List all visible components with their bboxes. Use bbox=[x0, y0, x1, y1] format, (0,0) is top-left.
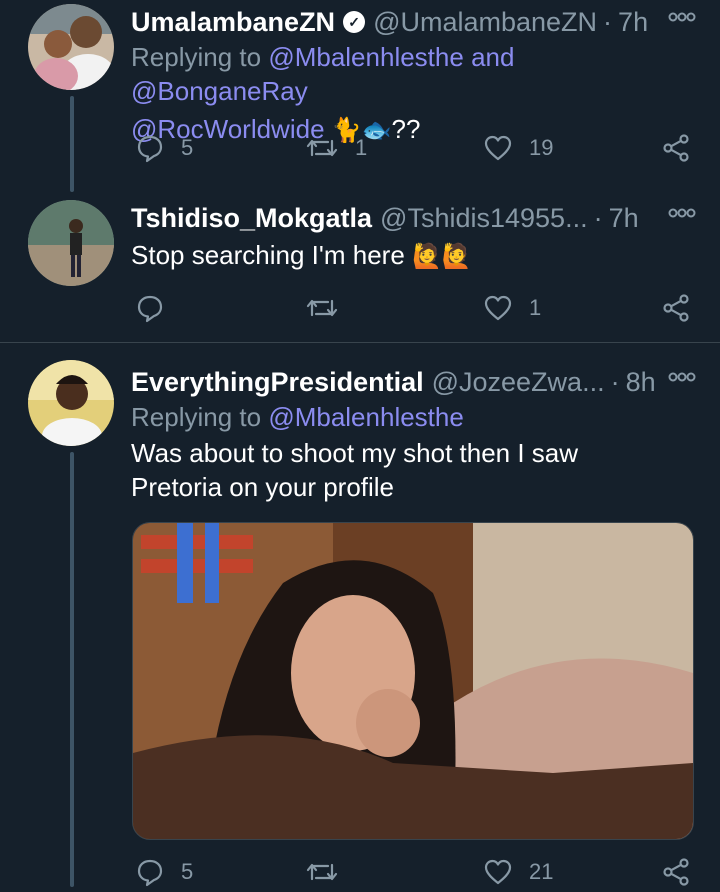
raising-hand-emoji: 🙋 bbox=[441, 243, 472, 271]
tweet-photo[interactable] bbox=[132, 522, 694, 840]
avatar[interactable] bbox=[28, 360, 114, 446]
display-name[interactable]: EverythingPresidential bbox=[131, 367, 424, 398]
raising-hand-emoji: 🙋 bbox=[412, 243, 442, 271]
handle[interactable]: @Tshidis14955... bbox=[380, 203, 588, 234]
more-icon[interactable] bbox=[668, 206, 696, 220]
handle[interactable]: @JozeeZwa... bbox=[432, 367, 605, 398]
like-button[interactable]: 1 bbox=[483, 288, 541, 328]
more-icon[interactable] bbox=[668, 10, 696, 24]
separator: · bbox=[593, 202, 603, 233]
reply-icon bbox=[135, 293, 165, 323]
mention-link[interactable]: @BonganeRay bbox=[131, 76, 308, 106]
like-count: 1 bbox=[529, 295, 542, 320]
retweet-button[interactable] bbox=[305, 288, 339, 328]
tweet-body: Stop searching I'm here bbox=[131, 240, 405, 270]
mention-link[interactable]: @Mbalenhlesthe bbox=[268, 402, 464, 432]
reply-icon bbox=[135, 857, 165, 887]
mention-join: and bbox=[471, 42, 515, 72]
like-icon bbox=[483, 857, 513, 887]
tweet[interactable]: Tshidiso_Mokgatla @Tshidis14955... · 7h … bbox=[0, 196, 720, 342]
display-name[interactable]: Tshidiso_Mokgatla bbox=[131, 203, 372, 234]
tweet[interactable]: UmalambaneZN ✓ @UmalambaneZN · 7h Replyi… bbox=[0, 0, 720, 190]
replying-label: Replying to bbox=[131, 42, 262, 72]
timestamp[interactable]: 7h bbox=[618, 7, 648, 38]
reply-count: 5 bbox=[181, 135, 194, 160]
like-icon bbox=[483, 293, 513, 323]
replying-label: Replying to bbox=[131, 402, 262, 432]
timestamp[interactable]: 8h bbox=[626, 367, 656, 398]
reply-button[interactable]: 5 bbox=[135, 852, 193, 892]
avatar[interactable] bbox=[28, 200, 114, 286]
retweet-count: 1 bbox=[355, 135, 368, 160]
tweet-text-line: Was about to shoot my shot then I saw bbox=[131, 438, 579, 468]
tweet-text: Was about to shoot my shot then I saw Pr… bbox=[131, 436, 696, 504]
share-icon bbox=[661, 293, 691, 323]
reply-button[interactable]: 5 bbox=[135, 128, 193, 168]
separator: · bbox=[610, 366, 620, 397]
timestamp[interactable]: 7h bbox=[609, 203, 639, 234]
tweet-text-line: Pretoria on your profile bbox=[131, 472, 395, 502]
retweet-icon bbox=[305, 293, 339, 323]
like-icon bbox=[483, 133, 513, 163]
share-button[interactable] bbox=[661, 852, 691, 892]
share-icon bbox=[661, 133, 691, 163]
replying-to: Replying to @Mbalenhlesthe bbox=[131, 400, 696, 434]
reply-button[interactable] bbox=[135, 288, 165, 328]
retweet-icon bbox=[305, 857, 339, 887]
like-count: 19 bbox=[529, 135, 554, 160]
like-count: 21 bbox=[529, 859, 554, 884]
share-button[interactable] bbox=[661, 128, 691, 168]
retweet-button[interactable]: 1 bbox=[305, 128, 367, 168]
retweet-button[interactable] bbox=[305, 852, 339, 892]
share-button[interactable] bbox=[661, 288, 691, 328]
like-button[interactable]: 21 bbox=[483, 852, 553, 892]
share-icon bbox=[661, 857, 691, 887]
avatar[interactable] bbox=[28, 4, 114, 90]
more-icon[interactable] bbox=[668, 370, 696, 384]
replying-to: Replying to @Mbalenhlesthe and @BonganeR… bbox=[131, 40, 696, 108]
separator: · bbox=[603, 6, 613, 37]
verified-badge-icon: ✓ bbox=[343, 11, 366, 33]
mention-link[interactable]: @Mbalenhlesthe bbox=[268, 42, 464, 72]
handle[interactable]: @UmalambaneZN bbox=[373, 7, 597, 38]
divider bbox=[0, 342, 720, 343]
reply-count: 5 bbox=[181, 859, 194, 884]
reply-icon bbox=[135, 133, 165, 163]
retweet-icon bbox=[305, 133, 339, 163]
tweet-text: Stop searching I'm here 🙋🙋 bbox=[131, 238, 696, 274]
display-name[interactable]: UmalambaneZN bbox=[131, 7, 335, 38]
like-button[interactable]: 19 bbox=[483, 128, 553, 168]
